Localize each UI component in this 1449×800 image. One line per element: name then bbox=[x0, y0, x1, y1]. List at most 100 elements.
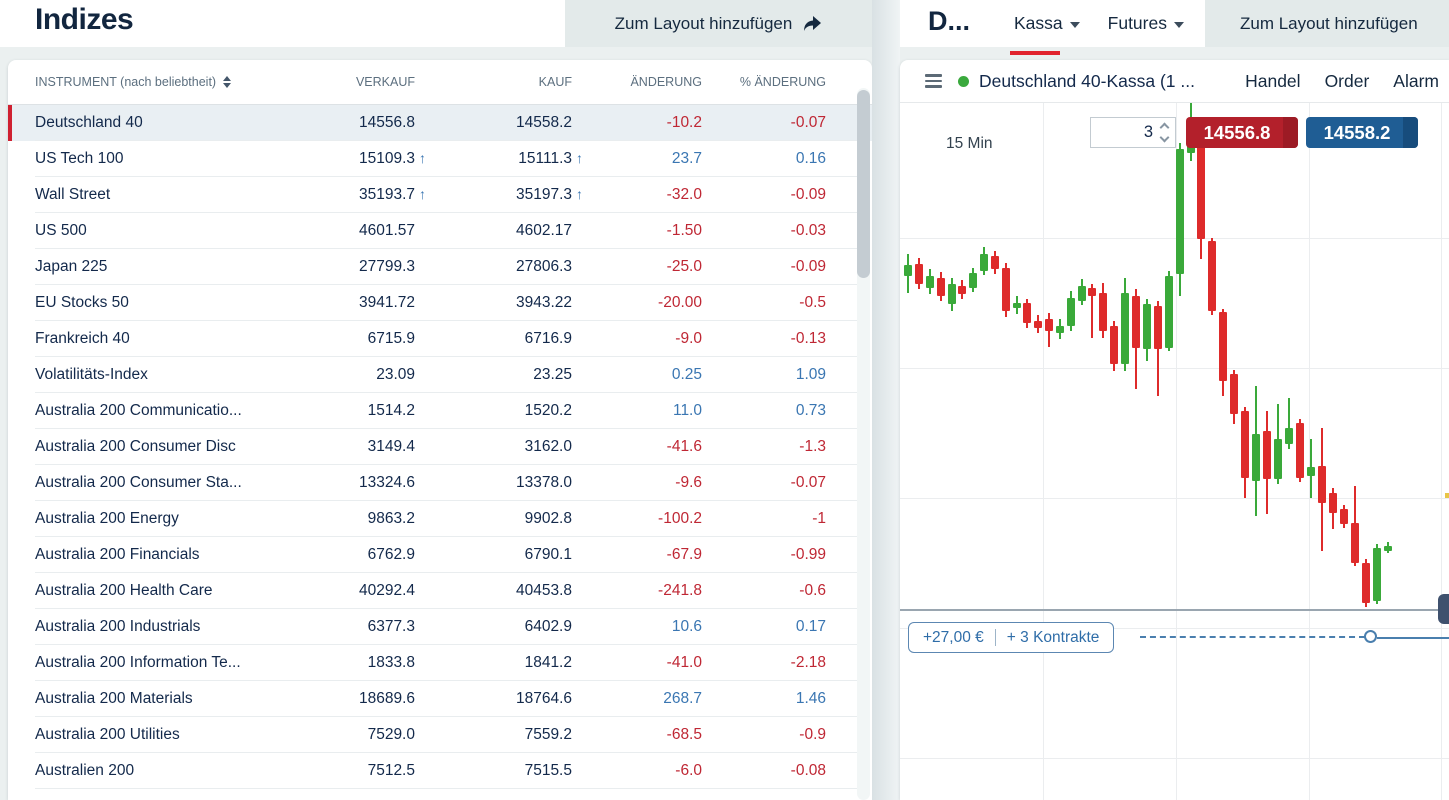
table-row[interactable]: Wall Street35193.7↑35197.3↑-32.0-0.09 bbox=[8, 177, 872, 213]
toolbar-links: Handel Order Alarm bbox=[1245, 71, 1439, 92]
instrument-name: Japan 225 bbox=[8, 258, 290, 276]
buy-price[interactable]: 6716.9 bbox=[415, 330, 572, 348]
buy-price[interactable]: 15111.3↑ bbox=[415, 150, 572, 168]
buy-price[interactable]: 3943.22 bbox=[415, 294, 572, 312]
watchlist-header: Indizes Zum Layout hinzufügen bbox=[0, 0, 872, 47]
price-tag bbox=[1438, 594, 1449, 624]
sell-price[interactable]: 7529.0 bbox=[290, 726, 415, 744]
stepper-up-icon[interactable] bbox=[1160, 123, 1170, 133]
table-row[interactable]: Volatilitäts-Index23.0923.250.251.09 bbox=[8, 357, 872, 393]
buy-price[interactable]: 23.25 bbox=[415, 366, 572, 384]
quantity-stepper[interactable]: 3 bbox=[1090, 117, 1176, 148]
sell-price[interactable]: 40292.4 bbox=[290, 582, 415, 600]
table-row[interactable]: US Tech 10015109.3↑15111.3↑23.70.16 bbox=[8, 141, 872, 177]
buy-price[interactable]: 1841.2 bbox=[415, 654, 572, 672]
table-row[interactable]: Australia 200 Information Te...1833.8184… bbox=[8, 645, 872, 681]
candle-body bbox=[926, 276, 934, 288]
table-row[interactable]: Australien 2007512.57515.5-6.0-0.08 bbox=[8, 753, 872, 789]
link-alarm[interactable]: Alarm bbox=[1393, 71, 1439, 92]
buy-price[interactable]: 18764.6 bbox=[415, 690, 572, 708]
candle-body bbox=[1013, 303, 1021, 308]
scrollbar-thumb[interactable] bbox=[857, 90, 870, 278]
table-row[interactable]: Japan 22527799.327806.3-25.0-0.09 bbox=[8, 249, 872, 285]
table-row[interactable]: EU Stocks 503941.723943.22-20.00-0.5 bbox=[8, 285, 872, 321]
sell-price[interactable]: 4601.57 bbox=[290, 222, 415, 240]
table-row[interactable]: Australia 200 Materials18689.618764.6268… bbox=[8, 681, 872, 717]
sell-price[interactable]: 13324.6 bbox=[290, 474, 415, 492]
buy-price[interactable]: 27806.3 bbox=[415, 258, 572, 276]
sell-price[interactable]: 6377.3 bbox=[290, 618, 415, 636]
sell-price[interactable]: 18689.6 bbox=[290, 690, 415, 708]
table-row[interactable]: Australia 200 Utilities7529.07559.2-68.5… bbox=[8, 717, 872, 753]
table-row[interactable]: Australia 200 Energy9863.29902.8-100.2-1 bbox=[8, 501, 872, 537]
table-row[interactable]: Australia 200 Industrials6377.36402.910.… bbox=[8, 609, 872, 645]
buy-price[interactable]: 14558.2 bbox=[415, 114, 572, 132]
sell-price[interactable]: 3149.4 bbox=[290, 438, 415, 456]
candlestick-chart[interactable]: 15 Min 3 14556.8 14558.2 +27,00 € bbox=[900, 103, 1449, 800]
sell-button-tail bbox=[1283, 117, 1298, 148]
buy-price[interactable]: 9902.8 bbox=[415, 510, 572, 528]
buy-price[interactable]: 40453.8 bbox=[415, 582, 572, 600]
sell-price[interactable]: 1833.8 bbox=[290, 654, 415, 672]
column-header-change[interactable]: ÄNDERUNG bbox=[572, 75, 702, 89]
sell-price[interactable]: 23.09 bbox=[290, 366, 415, 384]
buy-price[interactable]: 7515.5 bbox=[415, 762, 572, 780]
instrument-name: Australia 200 Communicatio... bbox=[8, 402, 290, 420]
buy-price[interactable]: 35197.3↑ bbox=[415, 186, 572, 204]
instrument-name: Australia 200 Financials bbox=[8, 546, 290, 564]
menu-icon[interactable] bbox=[925, 74, 942, 88]
sell-price[interactable]: 6715.9 bbox=[290, 330, 415, 348]
candle-body bbox=[1154, 306, 1162, 349]
table-row[interactable]: Frankreich 406715.96716.9-9.0-0.13 bbox=[8, 321, 872, 357]
change-pct: -0.5 bbox=[702, 294, 826, 312]
sort-icon[interactable] bbox=[223, 76, 231, 88]
buy-price[interactable]: 7559.2 bbox=[415, 726, 572, 744]
table-row[interactable]: Australia 200 Consumer Disc3149.43162.0-… bbox=[8, 429, 872, 465]
sell-price[interactable]: 1514.2 bbox=[290, 402, 415, 420]
table-row[interactable]: Australia 200 Consumer Sta...13324.61337… bbox=[8, 465, 872, 501]
quantity-value[interactable]: 3 bbox=[1091, 123, 1157, 142]
active-tab-indicator bbox=[1010, 51, 1060, 55]
tab-futures[interactable]: Futures bbox=[1094, 0, 1198, 47]
table-row[interactable]: Deutschland 4014556.814558.2-10.2-0.07 bbox=[8, 105, 872, 141]
table-row[interactable]: Australia 200 Communicatio...1514.21520.… bbox=[8, 393, 872, 429]
tab-kassa[interactable]: Kassa bbox=[1000, 0, 1094, 47]
sell-price[interactable]: 3941.72 bbox=[290, 294, 415, 312]
link-handel[interactable]: Handel bbox=[1245, 71, 1300, 92]
open-position-badge[interactable]: +27,00 € + 3 Kontrakte bbox=[908, 622, 1114, 653]
table-row[interactable]: Australia 200 Health Care40292.440453.8-… bbox=[8, 573, 872, 609]
buy-button[interactable]: 14558.2 bbox=[1306, 117, 1418, 148]
chart-toolbar: Deutschland 40-Kassa (1 ... Handel Order… bbox=[900, 60, 1449, 103]
buy-price[interactable]: 6402.9 bbox=[415, 618, 572, 636]
stepper-down-icon[interactable] bbox=[1160, 133, 1170, 143]
buy-price[interactable]: 13378.0 bbox=[415, 474, 572, 492]
candle-body bbox=[937, 278, 945, 296]
candle-body bbox=[1384, 546, 1392, 551]
instrument-name: Australia 200 Consumer Disc bbox=[8, 438, 290, 456]
sell-price[interactable]: 27799.3 bbox=[290, 258, 415, 276]
column-header-change-pct[interactable]: % ÄNDERUNG bbox=[702, 75, 826, 89]
table-row[interactable]: Australia 200 Financials6762.96790.1-67.… bbox=[8, 537, 872, 573]
buy-price[interactable]: 3162.0 bbox=[415, 438, 572, 456]
share-arrow-icon bbox=[802, 16, 822, 32]
buy-price[interactable]: 1520.2 bbox=[415, 402, 572, 420]
position-marker[interactable] bbox=[1364, 630, 1377, 643]
sell-price[interactable]: 15109.3↑ bbox=[290, 150, 415, 168]
add-to-layout-button[interactable]: Zum Layout hinzufügen bbox=[565, 0, 872, 47]
sell-price[interactable]: 14556.8 bbox=[290, 114, 415, 132]
sell-price[interactable]: 9863.2 bbox=[290, 510, 415, 528]
column-header-buy[interactable]: KAUF bbox=[415, 75, 572, 89]
buy-price[interactable]: 4602.17 bbox=[415, 222, 572, 240]
buy-price[interactable]: 6790.1 bbox=[415, 546, 572, 564]
link-order[interactable]: Order bbox=[1325, 71, 1370, 92]
sell-button[interactable]: 14556.8 bbox=[1186, 117, 1298, 148]
candle-body bbox=[1274, 439, 1282, 479]
sell-price[interactable]: 35193.7↑ bbox=[290, 186, 415, 204]
column-header-instrument[interactable]: INSTRUMENT (nach beliebtheit) bbox=[8, 75, 290, 89]
sell-price[interactable]: 6762.9 bbox=[290, 546, 415, 564]
candle-body bbox=[1208, 241, 1216, 311]
table-row[interactable]: US 5004601.574602.17-1.50-0.03 bbox=[8, 213, 872, 249]
add-to-layout-button[interactable]: Zum Layout hinzufügen bbox=[1205, 0, 1449, 47]
sell-price[interactable]: 7512.5 bbox=[290, 762, 415, 780]
column-header-sell[interactable]: VERKAUF bbox=[290, 75, 415, 89]
